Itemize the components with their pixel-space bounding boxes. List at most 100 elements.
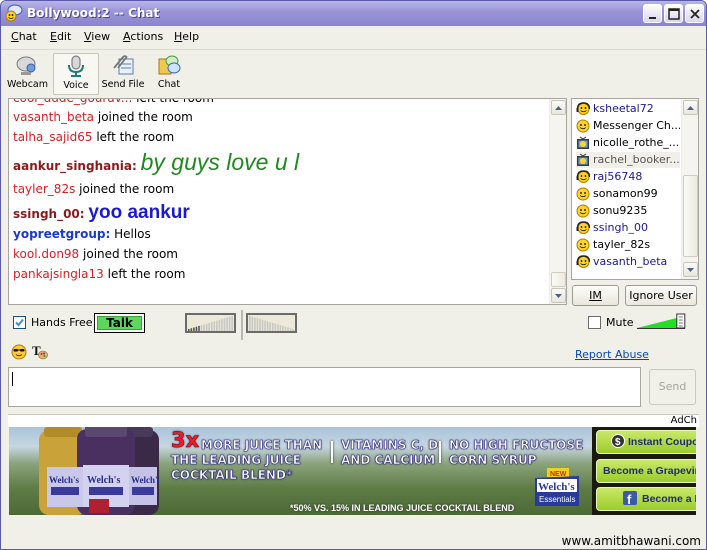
maximize-button[interactable]: [664, 4, 683, 23]
im-button[interactable]: IM: [572, 285, 619, 306]
ad-headline-text: MORE JUICE THAN: [201, 438, 323, 453]
user-list-scrollbar[interactable]: [681, 99, 698, 279]
user-list-item[interactable]: ssingh_00: [576, 220, 680, 236]
scroll-down-button[interactable]: [683, 262, 698, 277]
send-button[interactable]: Send: [649, 369, 696, 405]
mute-checkbox[interactable]: [588, 316, 601, 329]
menu-help[interactable]: Help: [174, 30, 199, 43]
chat-nick[interactable]: vasanth_beta: [13, 110, 94, 124]
user-list-item[interactable]: nicolle_rothe_...: [576, 135, 680, 151]
menu-view[interactable]: View: [84, 30, 110, 43]
level-bar: [287, 327, 289, 331]
chat-nick[interactable]: tayler_82s: [13, 182, 75, 196]
chat-log[interactable]: cool_dude_gourav... left the room vasant…: [8, 98, 567, 305]
chat-scrollbar[interactable]: [549, 99, 566, 304]
ad-footnote: *50% VS. 15% IN LEADING JUICE COCKTAIL B…: [290, 503, 515, 513]
chat-nick[interactable]: cool_dude_gourav...: [13, 99, 132, 105]
talk-button[interactable]: Talk: [94, 313, 145, 333]
scroll-thumb[interactable]: [683, 175, 698, 257]
arrow-up-icon: [555, 106, 562, 110]
smiley-icon: [576, 119, 590, 133]
ad-feature-text: VITAMINS C, D: [341, 438, 439, 453]
level-bar: [223, 318, 226, 331]
message-input[interactable]: [8, 367, 641, 407]
grapevine-button[interactable]: Become a Grapevine In: [596, 459, 696, 483]
close-icon: [690, 9, 700, 19]
user-list-item[interactable]: tayler_82s: [576, 237, 680, 253]
menu-chat[interactable]: Chat: [11, 30, 37, 43]
window-title: Bollywood:2 -- Chat: [27, 6, 160, 20]
user-list-item[interactable]: Messenger Ch...: [576, 118, 680, 134]
ignore-user-button[interactable]: Ignore User: [625, 285, 697, 306]
level-bar: [198, 325, 200, 331]
level-bar: [208, 322, 210, 331]
user-list-item[interactable]: ksheetal72: [576, 101, 680, 117]
user-name: raj56748: [593, 170, 643, 183]
become-fan-button[interactable]: fBecome a Fan: [596, 487, 696, 511]
chat-nick[interactable]: pankajsingla13: [13, 267, 104, 281]
minimize-button[interactable]: [643, 4, 662, 23]
chat-line: aankur_singhania: by guys love u l: [13, 149, 299, 176]
level-bar: [292, 329, 294, 331]
report-abuse-link[interactable]: Report Abuse: [575, 348, 649, 361]
level-bar: [284, 326, 287, 331]
ad-header-bar: AdCh: [8, 414, 699, 427]
user-list-item[interactable]: rachel_booker...: [576, 152, 680, 168]
level-bar: [200, 325, 203, 331]
dollar-coin-icon: $: [611, 434, 625, 448]
chat-button[interactable]: Chat: [153, 53, 185, 95]
menu-actions[interactable]: Actions: [123, 30, 163, 43]
webcam-button[interactable]: Webcam: [7, 53, 48, 95]
text-format-palette-icon[interactable]: T: [32, 344, 48, 360]
user-list-item[interactable]: sonu9235: [576, 203, 680, 219]
arrow-down-icon: [687, 268, 694, 272]
close-button[interactable]: [685, 4, 704, 23]
chat-nick[interactable]: talha_sajid65: [13, 130, 93, 144]
title-bar[interactable]: Bollywood:2 -- Chat: [1, 1, 706, 26]
emoticon-sunglasses-icon[interactable]: [11, 344, 27, 360]
menu-edit[interactable]: Edit: [50, 30, 71, 43]
scroll-thumb[interactable]: [551, 272, 566, 287]
svg-text:$: $: [615, 437, 621, 448]
instant-coupon-button[interactable]: $Instant Coupon: [596, 430, 696, 454]
level-bar: [256, 318, 259, 331]
scroll-down-button[interactable]: [551, 288, 566, 303]
level-bar: [279, 325, 282, 331]
chat-nick[interactable]: yopreetgroup:: [13, 227, 110, 241]
chat-message-text: yoo aankur: [88, 202, 190, 223]
smiley-icon: [576, 238, 590, 252]
level-bar: [226, 317, 228, 331]
volume-slider[interactable]: [637, 313, 693, 329]
chat-message-text: Hellos: [114, 227, 151, 241]
chat-nick[interactable]: aankur_singhania:: [13, 159, 137, 173]
hands-free-checkbox[interactable]: [13, 316, 26, 329]
menu-separator: [1, 49, 706, 50]
speaker-level-bars: [249, 316, 294, 331]
svg-text:Essentials: Essentials: [539, 495, 575, 504]
user-list-item[interactable]: vasanth_beta: [576, 254, 680, 270]
user-list-item[interactable]: sonamon99: [576, 186, 680, 202]
volume-fill: [637, 317, 678, 328]
user-name: nicolle_rothe_...: [593, 136, 680, 149]
user-list-item[interactable]: raj56748: [576, 169, 680, 185]
chat-nick[interactable]: ssingh_00:: [13, 207, 85, 221]
hands-free-label: Hands Free: [31, 316, 93, 329]
webcam-tv-icon: [577, 136, 589, 149]
ad-feature-text: NO HIGH FRUCTOSE: [449, 438, 584, 453]
scroll-up-button[interactable]: [551, 100, 566, 115]
welchs-logo: NEW Welch's Essentials: [535, 468, 579, 506]
main-area: Chat Edit View Actions Help Webcam Voice…: [1, 26, 706, 549]
chat-bubbles-icon: [158, 55, 181, 75]
ad-banner[interactable]: Welch's Welch's Welch's 3x MORE JUICE TH…: [9, 427, 696, 515]
ad-feature-text: AND CALCIUM: [341, 453, 436, 468]
meter-divider: [241, 310, 243, 340]
user-list[interactable]: ksheetal72 Messenger Ch... nicolle_rothe_.…: [571, 98, 699, 280]
chat-nick[interactable]: kool.don98: [13, 247, 79, 261]
voice-button[interactable]: Voice: [53, 53, 99, 95]
ad-divider: [331, 441, 333, 463]
scroll-up-button[interactable]: [683, 100, 698, 115]
smiley-icon: [576, 204, 590, 218]
send-file-button[interactable]: Send File: [101, 53, 145, 95]
webcam-tv-icon: [577, 153, 589, 166]
chat-line: talha_sajid65 left the room: [13, 130, 175, 144]
